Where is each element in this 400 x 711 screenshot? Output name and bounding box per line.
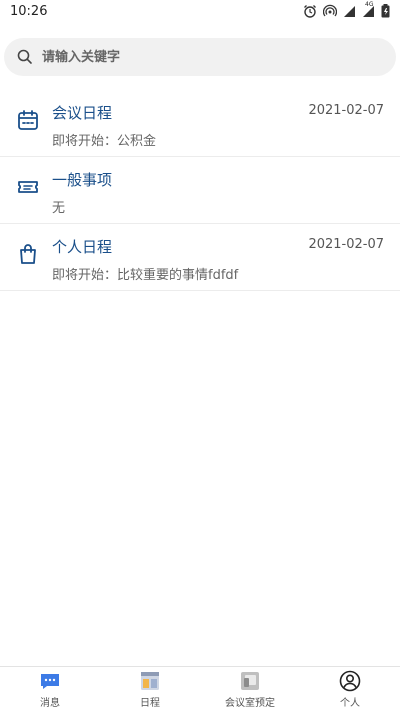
tab-label: 消息 [40, 697, 60, 709]
hotspot-icon [323, 4, 337, 17]
list-item-text: 一般事项 无 [52, 167, 384, 216]
tab-label: 个人 [340, 697, 360, 709]
status-bar: 10:26 4G [0, 0, 400, 22]
list-item-title: 一般事项 [52, 171, 113, 189]
battery-icon [381, 4, 390, 18]
search-container [0, 22, 400, 76]
list-item-general-matters[interactable]: 一般事项 无 [0, 157, 400, 224]
search-icon [17, 49, 32, 64]
search-bar[interactable] [4, 38, 396, 76]
alarm-icon [304, 5, 316, 18]
calendar-icon [18, 110, 38, 130]
search-input[interactable] [40, 48, 384, 66]
tab-meeting-room[interactable]: 会议室预定 [200, 667, 300, 711]
status-icons: 4G [303, 1, 390, 18]
message-list: 会议日程 即将开始：公积金 2021-02-07 一般事项 无 个人日程 即将开… [0, 90, 400, 291]
schedule-icon [141, 671, 159, 690]
tab-messages[interactable]: 消息 [0, 667, 100, 711]
profile-icon [339, 670, 361, 691]
list-item-date: 2021-02-07 [308, 237, 384, 252]
network-label: 4G [365, 0, 374, 8]
list-item-date: 2021-02-07 [308, 103, 384, 118]
meeting-room-icon [241, 671, 259, 690]
list-item-meeting-schedule[interactable]: 会议日程 即将开始：公积金 2021-02-07 [0, 90, 400, 157]
tab-label: 会议室预定 [225, 697, 275, 709]
ticket-icon [18, 181, 38, 193]
signal-4g: 4G [362, 1, 375, 18]
tab-profile[interactable]: 个人 [300, 667, 400, 711]
list-item-subtitle: 无 [52, 201, 66, 216]
list-item-subtitle: 即将开始：比较重要的事情fdfdf [52, 268, 239, 283]
status-time: 10:26 [10, 3, 48, 19]
tab-label: 日程 [140, 697, 160, 709]
list-item-subtitle: 即将开始：公积金 [52, 134, 157, 149]
tab-schedule[interactable]: 日程 [100, 667, 200, 711]
list-item-personal-schedule[interactable]: 个人日程 即将开始：比较重要的事情fdfdf 2021-02-07 [0, 224, 400, 291]
bottom-tab-bar: 消息 日程 会议室预定 个人 [0, 666, 400, 711]
bag-icon [20, 244, 36, 264]
signal-icon [344, 5, 355, 17]
message-icon [41, 673, 59, 689]
